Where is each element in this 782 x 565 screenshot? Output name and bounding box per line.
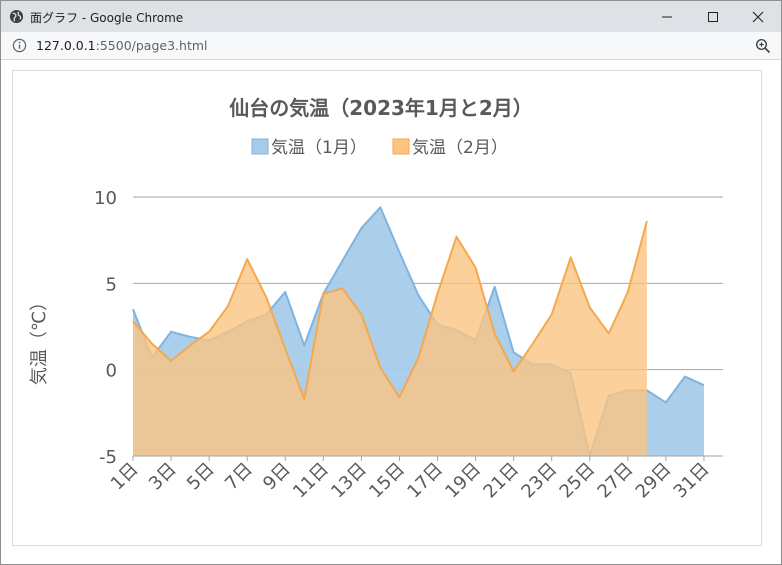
- legend-swatch-feb: [392, 138, 410, 155]
- chart-title: 仙台の気温（2023年1月と2月）: [229, 96, 533, 120]
- x-tick-label: 23日: [517, 459, 561, 503]
- x-tick-label: 31日: [670, 459, 714, 503]
- x-tick-label: 15日: [365, 459, 409, 503]
- window-title: 面グラフ - Google Chrome: [30, 11, 184, 25]
- y-axis-label: 気温（℃）: [29, 293, 50, 385]
- x-tick-label: 11日: [289, 459, 333, 503]
- minimize-icon: [662, 16, 672, 17]
- close-button[interactable]: [735, 1, 781, 32]
- x-tick-label: 29日: [632, 459, 676, 503]
- url-path: :5500/page3.html: [95, 38, 208, 53]
- browser-window: 面グラフ - Google Chrome 127.0.0.1:5500/page…: [0, 0, 782, 565]
- maximize-button[interactable]: [690, 1, 736, 32]
- minimize-button[interactable]: [644, 1, 690, 32]
- y-tick-label: -5: [99, 447, 117, 468]
- area-chart: 1050-51日 3日 5日 7日 9日11日13日15日17日19日21日23日25日…: [29, 96, 723, 503]
- area-layer: [132, 206, 705, 457]
- y-tick-label: 0: [106, 361, 117, 382]
- x-tick-label: 25日: [556, 459, 600, 503]
- maximize-icon: [708, 11, 718, 22]
- url-host: 127.0.0.1: [36, 38, 96, 53]
- address-bar[interactable]: 127.0.0.1:5500/page3.html: [1, 32, 781, 60]
- page-content: 10 5 0 -5 1日 3日 5日 7日 9日 11日 13日 15日 17日 19日 21日 23日 25日…: [12, 70, 762, 546]
- legend-label-feb: 気温（2月）: [412, 138, 508, 158]
- legend-swatch-jan: [251, 138, 269, 155]
- x-tick-label: 27日: [594, 459, 638, 503]
- title-bar: 面グラフ - Google Chrome: [1, 1, 781, 32]
- x-tick-label: 21日: [479, 459, 523, 503]
- x-tick-label: 3日: [145, 459, 181, 495]
- x-tick-label: 17日: [403, 459, 447, 503]
- x-tick-label: 5日: [183, 459, 219, 495]
- info-icon[interactable]: [12, 38, 27, 53]
- legend: 気温（1月） 気温（2月）: [251, 138, 508, 158]
- x-tick-label: 13日: [327, 459, 371, 503]
- x-tick-label: 19日: [441, 459, 485, 503]
- url-text[interactable]: 127.0.0.1:5500/page3.html: [36, 38, 208, 53]
- legend-label-jan: 気温（1月）: [271, 138, 367, 158]
- close-icon: [752, 11, 764, 22]
- y-tick-label: 5: [106, 274, 117, 295]
- x-tick-label: 7日: [221, 459, 257, 495]
- zoom-in-icon[interactable]: [755, 38, 771, 54]
- y-tick-label: 10: [94, 188, 117, 209]
- globe-icon: [9, 9, 24, 24]
